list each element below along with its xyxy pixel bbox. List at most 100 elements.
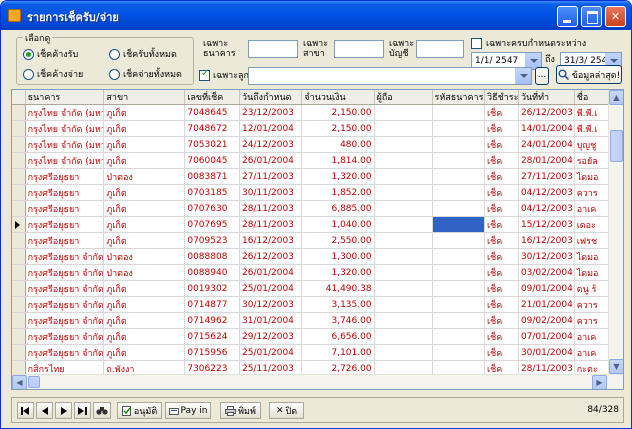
cell-pay-method[interactable]: เช็ค [484,312,519,329]
cell-issue-date[interactable]: 16/12/2003 [518,232,575,249]
cell-cheque-no[interactable]: 0703185 [184,184,241,201]
print-button[interactable]: พิมพ์ [220,402,261,419]
row-selector[interactable] [12,248,26,265]
cell-bank-code[interactable] [432,152,486,169]
table-row[interactable]: กรุงศรีอยุธยา จำกัด ภูเก็ต 0714877 30/12/20… [12,296,613,313]
cell-holder[interactable] [374,104,433,121]
row-selector[interactable] [12,344,26,361]
cell-issue-date[interactable]: 26/12/2003 [518,104,575,121]
cell-amount[interactable]: 7,101.00 [301,344,375,361]
cheque-grid[interactable]: ธนาคาร สาขา เลขที่เช็ค วันถึงกำหนด จำนวน… [11,89,624,390]
table-row[interactable]: กรุงศรีอยุธยา จำกัด ภูเก็ต 0019302 25/01/20… [12,280,613,297]
close-form-button[interactable]: ✕ ปิด [269,402,304,419]
table-row[interactable]: กรุงศรีอยุธยา จำกัด ภูเก็ต 0715624 29/12/20… [12,328,613,345]
cell-name[interactable]: ควาร [574,296,613,313]
cell-name[interactable]: ไดมอ [574,248,613,265]
refresh-latest-button[interactable]: ข้อมูลล่าสุด! [556,65,622,84]
col-header-cheque-no[interactable]: เลขที่เช็ค [184,90,241,105]
cell-amount[interactable]: 6,656.00 [301,328,375,345]
cell-cheque-no[interactable]: 0714877 [184,296,241,313]
cell-branch[interactable]: ภูเก็ต [103,104,186,121]
row-selector[interactable] [12,200,26,217]
table-row[interactable]: กรุงไทย จำกัด (มหา ภูเก็ต 7053021 24/12/200… [12,136,613,153]
cell-issue-date[interactable]: 09/02/2004 [518,312,575,329]
cell-bank[interactable]: กรุงศรีอยุธยา จำกัด [25,248,105,265]
cell-branch[interactable]: ภูเก็ต [103,296,186,313]
cell-cheque-no[interactable]: 7048645 [184,104,241,121]
cell-name[interactable]: เฟรช [574,232,613,249]
cell-due-date[interactable]: 31/01/2004 [239,312,303,329]
cell-amount[interactable]: 1,814.00 [301,152,375,169]
minimize-button[interactable] [557,6,578,27]
row-selector[interactable] [12,152,26,169]
cell-name[interactable]: บุญชู [574,136,613,153]
cell-amount[interactable]: 3,746.00 [301,312,375,329]
cell-due-date[interactable]: 12/01/2004 [239,120,303,137]
cell-holder[interactable] [374,136,433,153]
cell-name[interactable]: พี.พี.เ [574,104,613,121]
cell-pay-method[interactable]: เช็ค [484,152,519,169]
cell-bank-code[interactable] [432,296,486,313]
cell-cheque-no[interactable]: 0714962 [184,312,241,329]
table-row[interactable]: กรุงไทย จำกัด (มหา ภูเก็ต 7048645 23/12/200… [12,104,613,121]
cell-name[interactable]: ดนู ร้ [574,280,613,297]
cell-bank[interactable]: กรุงไทย จำกัด (มหา [25,136,105,153]
cell-due-date[interactable]: 25/01/2004 [239,344,303,361]
table-row[interactable]: กรุงศรีอยุธยา ภูเก็ต 0707695 28/11/2003 1,04… [12,216,613,233]
col-header-branch[interactable]: สาขา [103,90,186,105]
cell-cheque-no[interactable]: 0088808 [184,248,241,265]
close-window-button[interactable]: ✕ [605,6,626,27]
cell-due-date[interactable]: 30/12/2003 [239,296,303,313]
cell-branch[interactable]: ป่าตอง [103,264,186,281]
prev-record-button[interactable] [36,402,53,419]
cell-due-date[interactable]: 29/12/2003 [239,328,303,345]
cell-bank[interactable]: กรุงศรีอยุธยา จำกัด [25,296,105,313]
cell-issue-date[interactable]: 14/01/2004 [518,120,575,137]
customer-filter-combo[interactable] [248,67,532,85]
cell-holder[interactable] [374,344,433,361]
table-row[interactable]: กรุงศรีอยุธยา จำกัด ป่าตอง 0088808 26/12/20… [12,248,613,265]
row-selector[interactable] [12,232,26,249]
cell-bank[interactable]: กรุงศรีอยุธยา จำกัด [25,280,105,297]
cell-amount[interactable]: 3,135.00 [301,296,375,313]
horizontal-scroll-thumb[interactable] [28,376,40,388]
last-record-button[interactable] [74,402,91,419]
cell-cheque-no[interactable]: 0715956 [184,344,241,361]
cell-pay-method[interactable]: เช็ค [484,280,519,297]
cell-name[interactable]: อาเค [574,200,613,217]
cell-bank-code[interactable] [432,104,486,121]
cell-issue-date[interactable]: 24/01/2004 [518,136,575,153]
cell-issue-date[interactable]: 04/12/2003 [518,200,575,217]
cell-branch[interactable]: ป่าตอง [103,248,186,265]
horizontal-scrollbar[interactable]: ◀ ▶ [12,374,623,389]
cell-name[interactable]: ไดมอ [574,264,613,281]
cell-bank[interactable]: กรุงศรีอยุธยา จำกัด [25,264,105,281]
cell-holder[interactable] [374,296,433,313]
cell-holder[interactable] [374,216,433,233]
cell-pay-method[interactable]: เช็ค [484,344,519,361]
cell-pay-method[interactable]: เช็ค [484,232,519,249]
cell-cheque-no[interactable]: 0088940 [184,264,241,281]
cell-holder[interactable] [374,168,433,185]
cell-branch[interactable]: ภูเก็ต [103,120,186,137]
cell-name[interactable]: อาเค [574,328,613,345]
find-record-button[interactable] [93,402,111,419]
cell-branch[interactable]: ภูเก็ต [103,184,186,201]
cell-bank-code[interactable] [432,120,486,137]
table-row[interactable]: กรุงไทย จำกัด (มหา ภูเก็ต 7060045 26/01/200… [12,152,613,169]
cell-name[interactable]: พี.พี.เ [574,120,613,137]
customer-filter-checkbox[interactable] [199,68,210,81]
cell-cheque-no[interactable]: 0715624 [184,328,241,345]
row-selector[interactable] [12,280,26,297]
bank-filter-input[interactable] [248,40,298,58]
scroll-right-button[interactable]: ▶ [592,375,607,389]
cell-pay-method[interactable]: เช็ค [484,264,519,281]
cell-bank[interactable]: กรุงไทย จำกัด (มหา [25,104,105,121]
cell-bank[interactable]: กรุงศรีอยุธยา [25,232,105,249]
cell-bank-code[interactable] [432,248,486,265]
table-row[interactable]: กรุงศรีอยุธยา ภูเก็ต 0707630 28/11/2003 6,88… [12,200,613,217]
cell-cheque-no[interactable]: 0083871 [184,168,241,185]
pay-in-button[interactable]: Pay in [165,402,211,419]
first-record-button[interactable] [17,402,34,419]
row-selector[interactable] [12,296,26,313]
